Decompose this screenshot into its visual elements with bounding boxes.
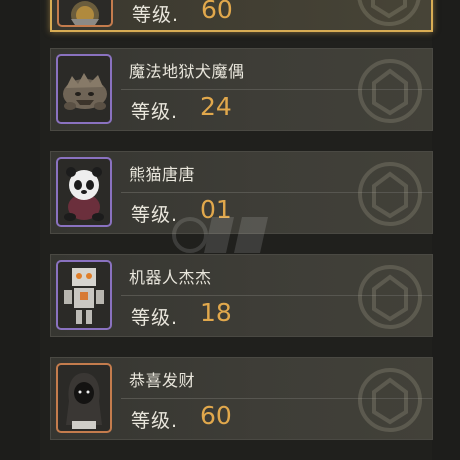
level-label: 等级. [131, 101, 179, 123]
robot-avatar [56, 260, 112, 330]
hooded-ghost-avatar [56, 363, 112, 433]
level-value: 18 [200, 298, 232, 327]
emblem-icon [358, 162, 422, 226]
pet-card[interactable]: 机器人杰杰 等级. 18 [50, 254, 433, 337]
pet-name: 恭喜发财 [129, 371, 196, 390]
level-label: 等级. [132, 4, 180, 26]
level-label: 等级. [131, 410, 179, 432]
watermark-logo [172, 217, 268, 253]
pet-card[interactable]: 魔法地狱犬魔偶 等级. 24 [50, 48, 433, 131]
emblem-icon [358, 59, 422, 123]
level-value: 60 [200, 401, 232, 430]
level-value: 24 [200, 92, 232, 121]
emblem-icon [358, 368, 422, 432]
pet-name: 魔法地狱犬魔偶 [129, 62, 245, 81]
guardian-emblem-avatar [57, 0, 113, 27]
pet-name: 熊猫唐唐 [129, 165, 196, 184]
panda-avatar [56, 157, 112, 227]
level-label: 等级. [131, 307, 179, 329]
pet-card-selected[interactable]: 等级. 60 [50, 0, 433, 32]
emblem-icon [357, 0, 421, 26]
pet-name: 机器人杰杰 [129, 268, 212, 287]
pet-card[interactable]: 恭喜发财 等级. 60 [50, 357, 433, 440]
emblem-icon [358, 265, 422, 329]
hellhound-avatar [56, 54, 112, 124]
level-value: 60 [201, 0, 233, 24]
